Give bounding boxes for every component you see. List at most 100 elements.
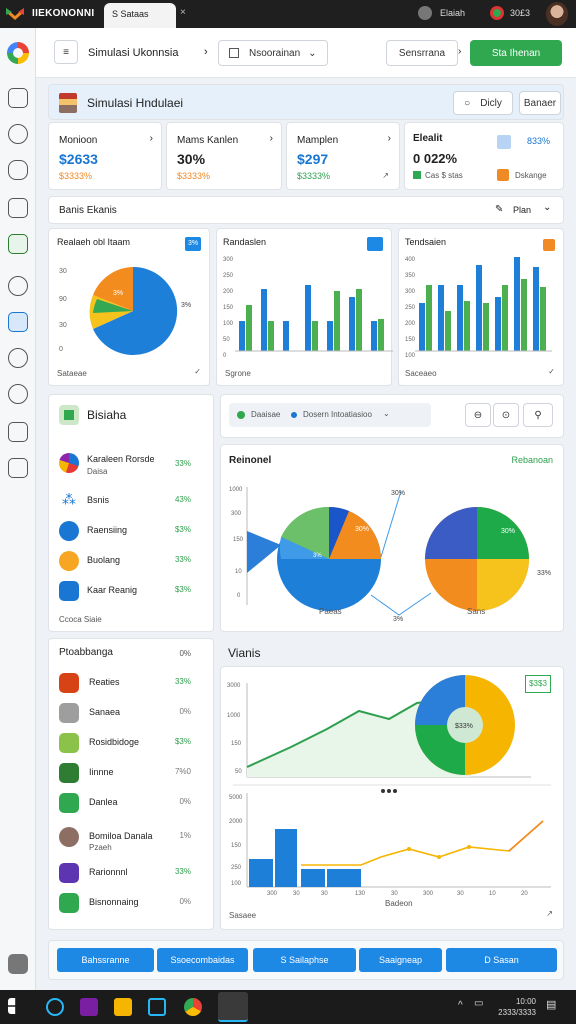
tick-label: 350 bbox=[405, 273, 416, 279]
chart-bar bbox=[378, 319, 384, 351]
card-link[interactable]: Rebanoan bbox=[511, 455, 553, 465]
plan-label[interactable]: Plan bbox=[513, 205, 531, 215]
item-name: Rosidbidoge bbox=[89, 737, 140, 747]
view-dropdown[interactable]: Nsoorainan ⌄ bbox=[218, 40, 328, 66]
stat-value: 0 022% bbox=[413, 151, 458, 166]
compass-icon[interactable] bbox=[8, 384, 28, 404]
network-icon[interactable]: ▭ bbox=[474, 998, 483, 1009]
search-icon[interactable]: ⚲ bbox=[523, 403, 553, 427]
clock[interactable]: 10:00 2333/3333 bbox=[498, 996, 536, 1018]
item-pct: $3% bbox=[174, 525, 191, 534]
network-icon: ⁂ bbox=[59, 491, 79, 511]
settings-icon[interactable] bbox=[8, 276, 28, 296]
clock-icon[interactable] bbox=[8, 124, 28, 144]
stat-card[interactable]: Elealit 0 022% Cas $ stas 833% Dskange bbox=[404, 122, 564, 190]
menu-icon[interactable]: ≡ bbox=[54, 40, 78, 64]
chart-bar bbox=[540, 287, 546, 351]
stat-right-sub: Dskange bbox=[515, 171, 547, 180]
sheet-icon[interactable] bbox=[8, 234, 28, 254]
svg-text:300: 300 bbox=[231, 511, 242, 517]
chart-icon[interactable] bbox=[8, 422, 28, 442]
stat-card[interactable]: Monioon › $2633 $3333% bbox=[48, 122, 162, 190]
check-icon bbox=[59, 893, 79, 913]
chart-badge[interactable]: 3% bbox=[185, 237, 201, 251]
svg-text:30: 30 bbox=[321, 891, 328, 897]
stat-card[interactable]: Mams Kanlen › 30% $3333% bbox=[166, 122, 282, 190]
section-bar: Banis Ekanis ✎ Plan ⌄ bbox=[48, 196, 564, 224]
home-icon[interactable] bbox=[8, 88, 28, 108]
person-icon[interactable] bbox=[418, 6, 432, 20]
smile-icon[interactable] bbox=[8, 348, 28, 368]
svg-text:90: 90 bbox=[59, 296, 67, 303]
bottom-menu-icon[interactable] bbox=[8, 954, 28, 974]
item-pct: 0% bbox=[179, 707, 191, 716]
item-name: Bsnis bbox=[87, 495, 110, 505]
green-square-icon bbox=[413, 171, 421, 179]
action-button-2[interactable]: Ssoecombaidas bbox=[157, 948, 248, 972]
avatar[interactable] bbox=[546, 2, 568, 26]
svg-text:130: 130 bbox=[355, 891, 366, 897]
tick-label: 100 bbox=[405, 353, 416, 359]
card-title: Reinonel bbox=[229, 455, 272, 466]
person-icon bbox=[59, 521, 79, 541]
app-title: IIEKONONNI bbox=[32, 8, 95, 19]
folder-icon[interactable] bbox=[114, 998, 132, 1016]
edit-icon[interactable]: ✎ bbox=[495, 204, 503, 215]
action-button-4[interactable]: Saaigneap bbox=[359, 948, 442, 972]
stat-value: 30% bbox=[177, 151, 206, 167]
cloud-icon[interactable] bbox=[8, 160, 28, 180]
svg-text:30%: 30% bbox=[391, 490, 405, 497]
action-button-3[interactable]: S Sailaphse bbox=[253, 948, 356, 972]
refresh-icon[interactable]: ⊙ bbox=[493, 403, 519, 427]
action-button-1[interactable]: Bahssranne bbox=[57, 948, 154, 972]
stat-card[interactable]: Mamplen › $297 $3333% ↗ bbox=[286, 122, 400, 190]
title-bar: IIEKONONNI S Sataas × Elaiah 30£3 bbox=[0, 0, 576, 28]
chevron-down-icon: ⌄ bbox=[308, 47, 317, 59]
stat-label: Mams Kanlen bbox=[177, 135, 239, 146]
expand-icon[interactable]: ↗ bbox=[546, 909, 553, 918]
svg-text:3%: 3% bbox=[181, 302, 191, 309]
display-button[interactable]: ○ Dicly bbox=[453, 91, 513, 115]
search-icon[interactable] bbox=[46, 998, 64, 1016]
active-app-icon[interactable] bbox=[218, 992, 248, 1022]
app-icon-1[interactable] bbox=[80, 998, 98, 1016]
graph-icon bbox=[59, 763, 79, 783]
chart-bar bbox=[514, 257, 520, 351]
chart-bar bbox=[268, 321, 274, 351]
expand-icon[interactable]: ↗ bbox=[382, 171, 389, 180]
building-icon[interactable] bbox=[8, 458, 28, 478]
chevron-right-icon: › bbox=[204, 46, 208, 58]
svg-text:150: 150 bbox=[233, 537, 244, 543]
list-card: Bisiaha Karaleen Rorsde Daisa 33% ⁂ Bsni… bbox=[48, 394, 214, 632]
chrome-icon[interactable] bbox=[184, 998, 202, 1016]
chart-badge[interactable] bbox=[367, 237, 383, 251]
tick-label: 150 bbox=[405, 337, 416, 343]
other-button[interactable]: Banaer bbox=[519, 91, 561, 115]
pie-charts: 1000 300 150 10 0 30% 3% 30% 3% 30% 33% bbox=[229, 487, 551, 623]
windows-start-icon[interactable] bbox=[8, 998, 16, 1014]
app-icon-2[interactable] bbox=[148, 998, 166, 1016]
secondary-button[interactable]: Sensrrana bbox=[386, 40, 458, 66]
svg-text:1000: 1000 bbox=[227, 713, 241, 719]
filter-icon[interactable]: ⊖ bbox=[465, 403, 491, 427]
bar-chart-card: Tendsaien 40035030025020015010050 Saceae… bbox=[398, 228, 564, 386]
active-dashboard-icon[interactable] bbox=[8, 312, 28, 332]
item-pct: 33% bbox=[174, 677, 191, 686]
google-logo-icon[interactable] bbox=[7, 42, 29, 64]
chevron-down-icon[interactable]: ⌄ bbox=[543, 202, 551, 213]
chevron-up-icon[interactable]: ^ bbox=[458, 1000, 463, 1011]
action-button-5[interactable]: D Sasan bbox=[446, 948, 557, 972]
primary-button[interactable]: Sta Ihenan bbox=[470, 40, 562, 66]
notification-icon[interactable]: ▤ bbox=[546, 998, 556, 1011]
chart-bar bbox=[476, 265, 482, 351]
filter-chip[interactable]: Daaisae Dosern Intoatiasioo ⌄ bbox=[229, 403, 431, 427]
folder-icon[interactable] bbox=[8, 198, 28, 218]
tab-label: S Sataas bbox=[112, 9, 149, 19]
chart-icon bbox=[59, 453, 79, 473]
browser-tab[interactable]: S Sataas bbox=[104, 3, 176, 28]
chart-badge[interactable] bbox=[543, 239, 555, 251]
pie-chart-card: Realaeh obl Itaam 3% 30 90 30 0 3% 3% Satae… bbox=[48, 228, 210, 386]
tab-close-icon[interactable]: × bbox=[180, 7, 186, 18]
bar-chart-card: Randaslen 300 250 200 150 100 50 0 Sgrone bbox=[216, 228, 393, 386]
list-logo-icon bbox=[59, 405, 79, 425]
